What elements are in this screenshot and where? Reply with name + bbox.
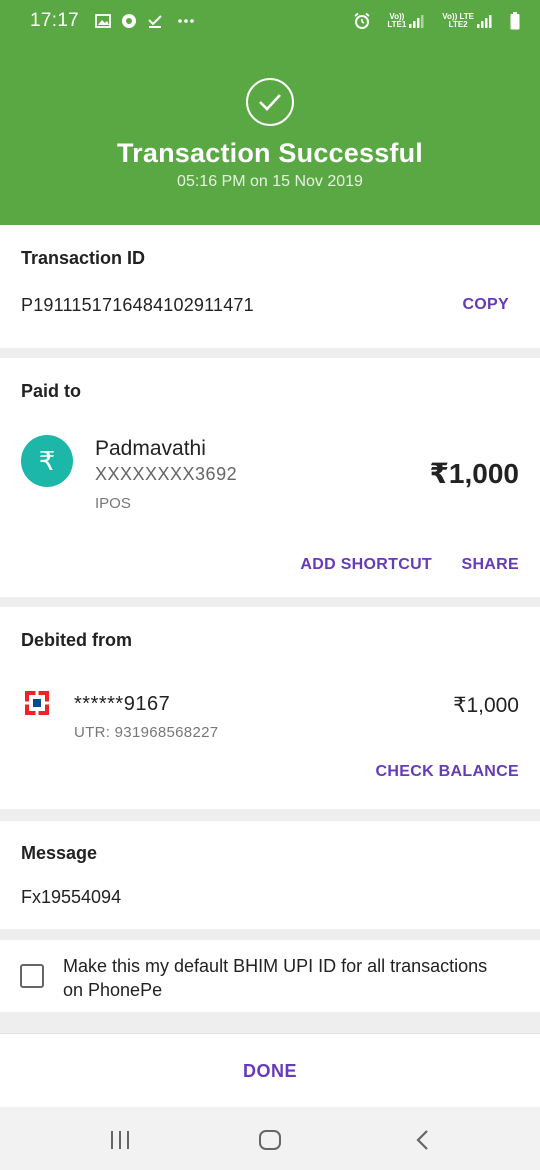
transaction-id-value: P1911151716484102911471 xyxy=(21,295,254,315)
paid-amount: ₹1,000 xyxy=(429,458,519,489)
recents-icon[interactable] xyxy=(105,1125,135,1155)
back-icon[interactable] xyxy=(408,1125,438,1155)
section-divider xyxy=(0,348,540,358)
chrome-icon xyxy=(121,13,137,29)
paid-to-label: Paid to xyxy=(21,381,82,401)
alarm-icon xyxy=(353,12,371,30)
sim1-signal-icon: Vo)) LTE1 xyxy=(387,13,426,29)
download-done-icon xyxy=(147,13,163,29)
debited-from-section: Debited from ******9167 UTR: 93196856822… xyxy=(0,607,540,809)
debit-amount: ₹1,000 xyxy=(453,694,519,717)
success-header: Transaction Successful 05:16 PM on 15 No… xyxy=(0,42,540,225)
default-upi-checkbox[interactable] xyxy=(20,964,44,988)
transaction-timestamp: 05:16 PM on 15 Nov 2019 xyxy=(177,173,363,190)
home-icon[interactable] xyxy=(255,1125,285,1155)
message-section: Message Fx19554094 xyxy=(0,821,540,929)
battery-icon xyxy=(510,12,520,30)
page-title: Transaction Successful xyxy=(116,138,423,168)
default-upi-row[interactable]: Make this my default BHIM UPI ID for all… xyxy=(0,940,540,1012)
default-upi-label[interactable]: Make this my default BHIM UPI ID for all… xyxy=(63,954,503,1002)
image-icon xyxy=(95,14,111,28)
success-check-icon xyxy=(246,78,294,126)
section-divider xyxy=(0,597,540,607)
paid-to-section: Paid to ₹ Padmavathi XXXXXXXX3692 IPOS ₹… xyxy=(0,358,540,597)
debit-account-number: ******9167 xyxy=(74,693,171,715)
check-balance-button[interactable]: CHECK BALANCE xyxy=(376,763,519,781)
share-button[interactable]: SHARE xyxy=(461,556,519,574)
sim2-signal-icon: Vo)) LTE LTE2 xyxy=(442,13,494,29)
more-dots-icon xyxy=(177,18,195,24)
section-divider xyxy=(0,809,540,821)
sim1-label-bottom: LTE1 xyxy=(387,20,407,29)
transaction-id-label: Transaction ID xyxy=(21,248,146,268)
bank-logo-icon xyxy=(25,691,49,715)
message-label: Message xyxy=(21,843,98,863)
payee-account: XXXXXXXX3692 xyxy=(95,464,238,484)
status-time: 17:17 xyxy=(30,10,80,31)
message-value: Fx19554094 xyxy=(21,887,122,907)
status-bar: 17:17 Vo)) LTE1 Vo)) LTE LTE2 xyxy=(0,0,540,42)
sim2-label-bottom: LTE2 xyxy=(448,20,468,29)
payee-name: Padmavathi xyxy=(95,437,206,460)
section-divider xyxy=(0,929,540,940)
section-divider xyxy=(0,1012,540,1033)
copy-button[interactable]: COPY xyxy=(462,296,509,314)
debited-from-label: Debited from xyxy=(21,630,133,650)
done-bar: DONE xyxy=(0,1033,540,1107)
add-shortcut-button[interactable]: ADD SHORTCUT xyxy=(300,556,432,574)
payee-tag: IPOS xyxy=(95,495,131,512)
transaction-id-section: Transaction ID P1911151716484102911471 C… xyxy=(0,225,540,348)
utr-number: UTR: 931968568227 xyxy=(74,724,219,741)
rupee-avatar-icon: ₹ xyxy=(21,435,73,487)
done-button[interactable]: DONE xyxy=(0,1034,540,1108)
system-nav-bar xyxy=(0,1107,540,1170)
